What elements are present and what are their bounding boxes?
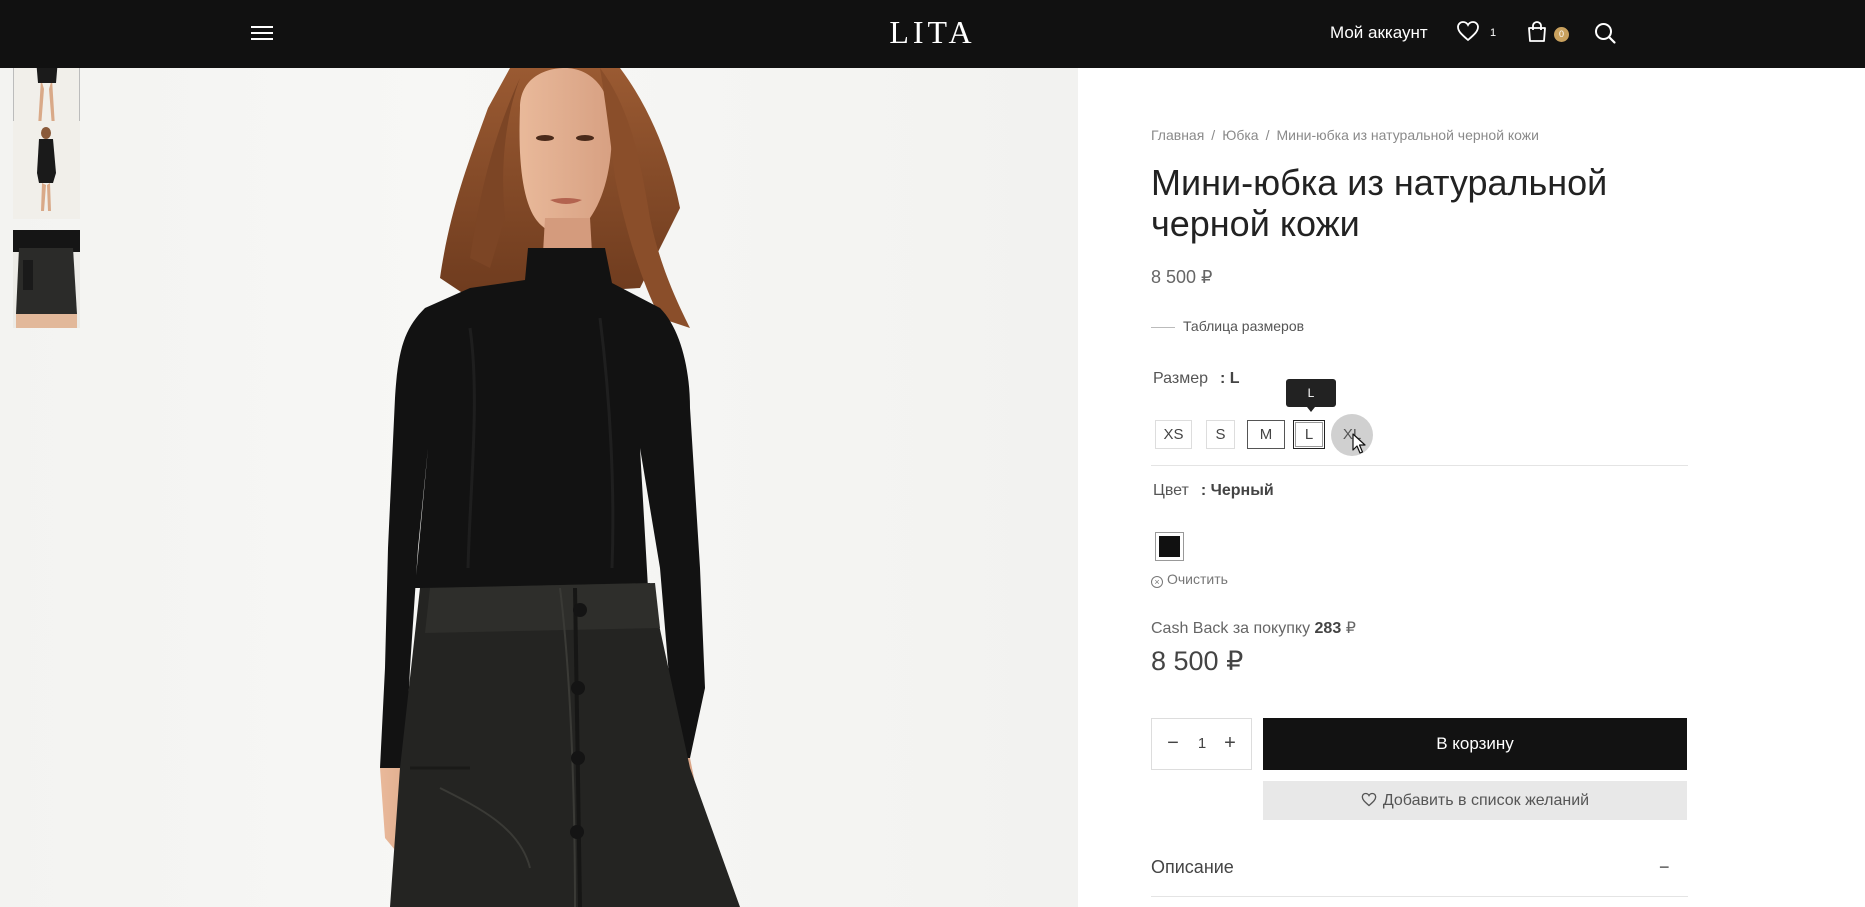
- product-main-image: [380, 68, 740, 907]
- product-price: 8 500 ₽: [1151, 267, 1213, 287]
- color-label: Цвет: [1153, 482, 1189, 499]
- size-selected-value: : L: [1220, 370, 1240, 387]
- cashback-amount: 283: [1314, 620, 1342, 637]
- size-option-xl[interactable]: XL: [1335, 420, 1369, 449]
- product-gallery: [0, 68, 1078, 907]
- size-table-label: Таблица размеров: [1183, 318, 1305, 334]
- breadcrumb-separator: /: [1265, 127, 1270, 143]
- breadcrumb-current: Мини-юбка из натуральной черной кожи: [1276, 127, 1539, 143]
- breadcrumb: Главная / Юбка / Мини-юбка из натуральной че…: [1151, 127, 1539, 143]
- quantity-input[interactable]: 1: [1191, 735, 1213, 752]
- color-option-label: Цвет : Черный: [1153, 482, 1274, 500]
- decorative-line: [1151, 326, 1175, 328]
- site-logo[interactable]: LITA: [889, 14, 975, 50]
- my-account-link[interactable]: Мой аккаунт: [1330, 23, 1428, 43]
- quantity-stepper: − 1 +: [1151, 718, 1252, 770]
- final-price: 8 500 ₽: [1151, 646, 1244, 676]
- site-header: LITA Мой аккаунт 1 0: [0, 0, 1865, 68]
- description-collapse-icon[interactable]: −: [1659, 857, 1670, 878]
- cashback-currency: ₽: [1345, 620, 1356, 637]
- size-option-label: Размер : L: [1153, 370, 1240, 388]
- quantity-decrease-button[interactable]: −: [1162, 732, 1184, 755]
- size-tooltip: L: [1286, 379, 1336, 412]
- color-selected-value: : Черный: [1200, 482, 1274, 499]
- breadcrumb-separator: /: [1211, 127, 1216, 143]
- menu-icon[interactable]: [251, 24, 273, 42]
- size-option-xs[interactable]: XS: [1155, 420, 1192, 449]
- cashback-info: Cash Back за покупку 283 ₽: [1151, 618, 1356, 638]
- cart-count-badge: 0: [1554, 27, 1569, 42]
- size-table-link[interactable]: Таблица размеров: [1151, 318, 1304, 334]
- clear-selection-link[interactable]: × Очистить: [1151, 571, 1228, 588]
- description-accordion-title[interactable]: Описание: [1151, 857, 1234, 878]
- search-icon[interactable]: [1593, 21, 1617, 50]
- divider: [1151, 465, 1688, 466]
- divider: [1151, 896, 1688, 897]
- cashback-text: Cash Back за покупку: [1151, 620, 1311, 637]
- swatch-fill: [1159, 536, 1180, 557]
- wishlist-count: 1: [1490, 27, 1497, 39]
- clear-icon: ×: [1151, 576, 1163, 588]
- add-to-wishlist-button[interactable]: Добавить в список желаний: [1263, 781, 1687, 820]
- size-option-l[interactable]: L: [1293, 420, 1325, 449]
- cart-icon[interactable]: [1525, 20, 1549, 49]
- quantity-increase-button[interactable]: +: [1219, 732, 1241, 755]
- add-to-wishlist-label: Добавить в список желаний: [1382, 792, 1590, 809]
- add-to-cart-button[interactable]: В корзину: [1263, 718, 1687, 770]
- size-label: Размер: [1153, 370, 1208, 387]
- breadcrumb-home[interactable]: Главная: [1151, 127, 1204, 143]
- color-swatch-black[interactable]: [1155, 532, 1184, 561]
- clear-label: Очистить: [1167, 571, 1228, 587]
- size-option-s[interactable]: S: [1206, 420, 1235, 449]
- breadcrumb-category[interactable]: Юбка: [1222, 127, 1258, 143]
- product-title: Мини-юбка из натуральной черной кожи: [1151, 162, 1608, 244]
- wishlist-icon[interactable]: [1456, 20, 1480, 47]
- size-option-m[interactable]: M: [1247, 420, 1285, 449]
- heart-icon: [1361, 792, 1377, 807]
